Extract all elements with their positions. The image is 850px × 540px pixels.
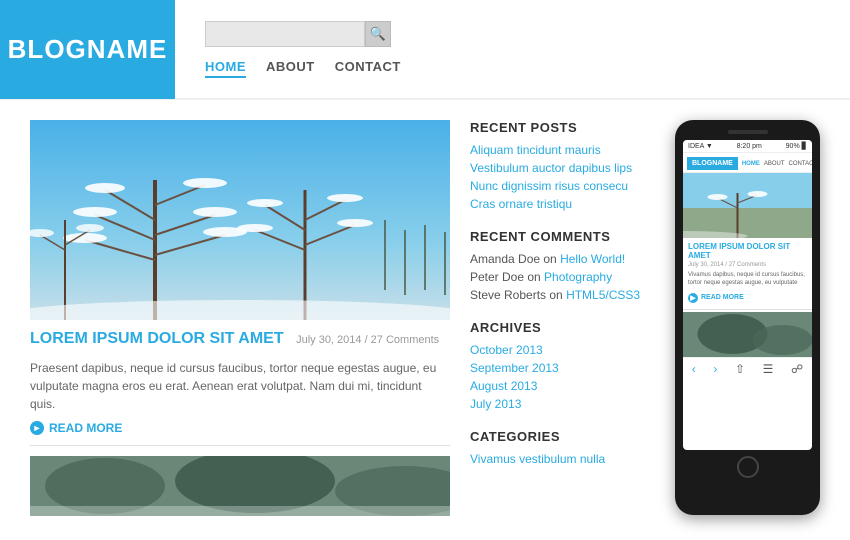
- archives-section: ARCHIVES October 2013 September 2013 Aug…: [470, 320, 655, 411]
- post-meta: LOREM IPSUM DOLOR SIT AMET July 30, 2014…: [30, 320, 450, 353]
- header-right: 🔍 HOME ABOUT CONTACT: [205, 21, 820, 78]
- recent-post-2[interactable]: Vestibulum auctor dapibus lips: [470, 161, 655, 175]
- phone-bookmark-icon[interactable]: ☰: [763, 362, 774, 376]
- phone-nav-about[interactable]: ABOUT: [764, 161, 785, 167]
- phone-nav-contact[interactable]: CONTACT: [789, 161, 812, 167]
- category-1[interactable]: Vivamus vestibulum nulla: [470, 452, 655, 466]
- recent-comments-title: RECENT COMMENTS: [470, 229, 655, 244]
- nav-about[interactable]: ABOUT: [266, 59, 315, 78]
- recent-posts-title: RECENT POSTS: [470, 120, 655, 135]
- archives-title: ARCHIVES: [470, 320, 655, 335]
- categories-title: CATEGORIES: [470, 429, 655, 444]
- phone-speaker: [728, 130, 768, 134]
- recent-post-4[interactable]: Cras ornare tristiqu: [470, 197, 655, 211]
- phone-screen: IDEA ▼ 8:20 pm 90% ▊ BLOGNAME HOME ABOUT…: [683, 140, 812, 450]
- phone-tabs-icon[interactable]: ☍: [791, 362, 803, 376]
- sidebar: RECENT POSTS Aliquam tincidunt mauris Ve…: [470, 120, 655, 520]
- phone-nav-home[interactable]: HOME: [742, 161, 760, 167]
- phone-battery: 90% ▊: [786, 142, 807, 150]
- comment-2: Peter Doe on Photography: [470, 270, 655, 284]
- phone-share-icon[interactable]: ⇧: [735, 362, 745, 376]
- logo-text: BLOGNAME: [8, 34, 168, 65]
- phone-home-button[interactable]: [737, 456, 759, 478]
- read-more-label: READ MORE: [49, 421, 122, 435]
- phone-nav: HOME ABOUT CONTACT: [742, 161, 812, 167]
- comment-1: Amanda Doe on Hello World!: [470, 252, 655, 266]
- main-nav: HOME ABOUT CONTACT: [205, 59, 820, 78]
- post-excerpt: Praesent dapibus, neque id cursus faucib…: [30, 359, 450, 413]
- blog-area: LOREM IPSUM DOLOR SIT AMET July 30, 2014…: [30, 120, 450, 520]
- search-button[interactable]: 🔍: [365, 21, 391, 47]
- phone-second-image: [683, 312, 812, 357]
- post-title: LOREM IPSUM DOLOR SIT AMET: [30, 330, 284, 347]
- read-more-link[interactable]: ► READ MORE: [30, 421, 450, 435]
- archive-aug-2013[interactable]: August 2013: [470, 379, 655, 393]
- categories-section: CATEGORIES Vivamus vestibulum nulla: [470, 429, 655, 466]
- phone-forward-icon[interactable]: ›: [713, 362, 717, 376]
- second-post-image: [30, 456, 450, 516]
- post-divider: [30, 445, 450, 446]
- recent-posts-section: RECENT POSTS Aliquam tincidunt mauris Ve…: [470, 120, 655, 211]
- search-input[interactable]: [205, 21, 365, 47]
- phone-logo: BLOGNAME: [687, 157, 738, 170]
- read-more-arrow-icon: ►: [30, 421, 44, 435]
- phone-time: 8:20 pm: [737, 143, 762, 150]
- phone-mockup: IDEA ▼ 8:20 pm 90% ▊ BLOGNAME HOME ABOUT…: [675, 120, 820, 515]
- post-date: July 30, 2014 / 27 Comments: [296, 334, 439, 346]
- header: BLOGNAME 🔍 HOME ABOUT CONTACT: [0, 0, 850, 100]
- phone-carrier: IDEA ▼: [688, 143, 713, 150]
- main-content: LOREM IPSUM DOLOR SIT AMET July 30, 2014…: [0, 100, 850, 540]
- comment-2-link[interactable]: Photography: [544, 270, 612, 284]
- phone-post-text: Vivamus dapibus, neque id cursus faucibu…: [683, 268, 812, 291]
- recent-post-3[interactable]: Nunc dignissim risus consecu: [470, 179, 655, 193]
- phone-read-more-label: READ MORE: [701, 294, 744, 301]
- phone-read-more[interactable]: ▶ READ MORE: [683, 291, 812, 307]
- comment-1-link[interactable]: Hello World!: [560, 252, 625, 266]
- archive-oct-2013[interactable]: October 2013: [470, 343, 655, 357]
- logo-block: BLOGNAME: [0, 0, 175, 99]
- archive-sep-2013[interactable]: September 2013: [470, 361, 655, 375]
- phone-header: BLOGNAME HOME ABOUT CONTACT 🔍: [683, 153, 812, 173]
- phone-status-bar: IDEA ▼ 8:20 pm 90% ▊: [683, 140, 812, 153]
- search-bar: 🔍: [205, 21, 820, 47]
- nav-home[interactable]: HOME: [205, 59, 246, 78]
- recent-comments-section: RECENT COMMENTS Amanda Doe on Hello Worl…: [470, 229, 655, 302]
- featured-image: [30, 120, 450, 320]
- phone-divider: [683, 309, 812, 310]
- phone-back-icon[interactable]: ‹: [692, 362, 696, 376]
- archive-jul-2013[interactable]: July 2013: [470, 397, 655, 411]
- phone-read-more-arrow-icon: ▶: [688, 293, 698, 303]
- comment-3-link[interactable]: HTML5/CSS3: [566, 288, 640, 302]
- nav-contact[interactable]: CONTACT: [335, 59, 401, 78]
- comment-3: Steve Roberts on HTML5/CSS3: [470, 288, 655, 302]
- phone-bottom-bar: ‹ › ⇧ ☰ ☍: [683, 357, 812, 380]
- recent-post-1[interactable]: Aliquam tincidunt mauris: [470, 143, 655, 157]
- phone-featured-image: [683, 173, 812, 238]
- phone-post-title: LOREM IPSUM DOLOR SIT AMET: [683, 238, 812, 262]
